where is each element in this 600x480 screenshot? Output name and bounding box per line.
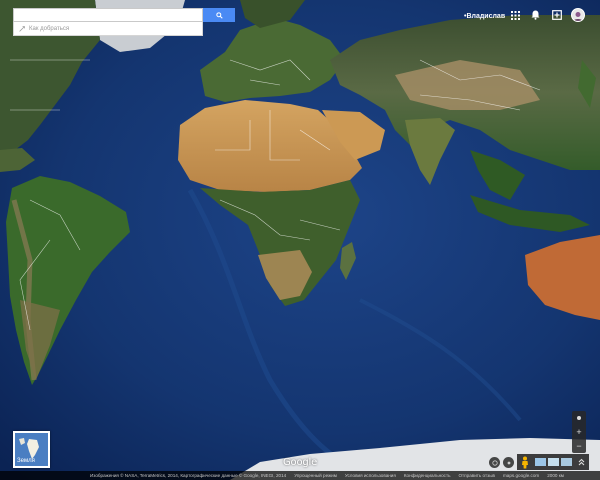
earth-toggle-label: Земля xyxy=(17,458,35,464)
simplified-mode-link[interactable]: Упрощенный режим xyxy=(294,473,337,478)
google-logo: Google xyxy=(283,457,318,468)
directions-label: Как добраться xyxy=(29,25,70,32)
terms-link[interactable]: Условия использования xyxy=(345,473,396,478)
expand-icon[interactable] xyxy=(578,458,585,466)
avatar[interactable] xyxy=(571,8,585,22)
notifications-button[interactable] xyxy=(529,9,541,21)
maps-link[interactable]: maps.google.com xyxy=(503,473,539,478)
user-name[interactable]: •Владислав xyxy=(464,10,505,22)
share-button[interactable] xyxy=(551,9,563,21)
search-button[interactable] xyxy=(203,8,235,22)
imagery-thumbnails[interactable] xyxy=(535,458,573,466)
notification-bell-icon xyxy=(531,10,539,20)
scale-label: 2000 км xyxy=(547,473,564,478)
share-plus-icon xyxy=(552,10,562,20)
zoom-out-button[interactable]: − xyxy=(572,439,586,453)
street-view-bar xyxy=(517,454,589,470)
pegman-icon[interactable] xyxy=(520,456,530,469)
compass-icon xyxy=(577,416,581,420)
avatar-image xyxy=(573,12,583,21)
search-icon xyxy=(215,11,223,19)
compass-button[interactable] xyxy=(572,411,586,425)
apps-grid-button[interactable] xyxy=(509,9,521,21)
zoom-in-button[interactable]: + xyxy=(572,425,586,439)
attribution-text: Изображения © NASA, TerraMetrics, 2014, … xyxy=(90,473,287,478)
zoom-control: + − xyxy=(572,411,586,453)
footer-bar: Изображения © NASA, TerraMetrics, 2014, … xyxy=(0,471,600,480)
map-canvas[interactable] xyxy=(0,0,600,480)
gear-icon xyxy=(507,461,510,464)
apps-grid-icon xyxy=(510,10,520,20)
search-input[interactable] xyxy=(13,8,203,22)
feedback-link[interactable]: Отправить отзыв xyxy=(458,473,494,478)
help-button[interactable] xyxy=(489,457,500,468)
earth-view-toggle[interactable]: Земля xyxy=(13,431,50,468)
settings-button[interactable] xyxy=(503,457,514,468)
privacy-link[interactable]: Конфиденциальность xyxy=(404,473,451,478)
directions-link[interactable]: Как добраться xyxy=(13,22,203,36)
help-icon xyxy=(491,459,498,466)
directions-icon xyxy=(19,25,25,32)
